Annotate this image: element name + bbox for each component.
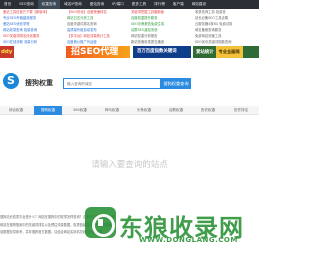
tab-sogou[interactable]: 搜狗权重	[34, 106, 62, 115]
tab-google[interactable]: 谷歌权重	[162, 106, 190, 115]
watermark-url: WWW.DONGLANG.COM	[139, 236, 238, 244]
search-field[interactable]	[63, 78, 161, 89]
ad-link-grid: 爱站工具包官方下载【新版本】 【SEO优化】百度快速排名 关键词挖掘工具箱新版 收录查…	[0, 9, 259, 47]
banner-ad-seo-agent[interactable]: 招SEO代理	[66, 46, 130, 58]
empty-state-hint: 请输入要查询的站点	[91, 160, 168, 170]
ad-link[interactable]: SEO在线诊断 流量分析	[0, 39, 64, 45]
nav-item[interactable]: SEO查询	[15, 0, 38, 9]
ad-link[interactable]: SEO优化关键词指数查询	[192, 39, 256, 45]
banner-text: 爱站统计	[196, 50, 214, 55]
nav-item-active[interactable]: 权重查询	[37, 0, 61, 9]
tab-bar: 综合权重 搜狗权重 360权重 神马权重 头条权重 谷歌权重 历史权重 历史排名	[0, 106, 259, 115]
nav-item[interactable]: 排行榜	[150, 0, 169, 9]
nav-item[interactable]: 网站建设	[188, 0, 210, 9]
nav-item[interactable]: 爱站查询	[86, 0, 108, 9]
nav-item[interactable]: IP/端口	[108, 0, 128, 9]
nav-item[interactable]: 首页	[0, 0, 15, 9]
banner-row: ddy 招SEO代理 百万百度指数关键词 爱站统计 专业全面网	[0, 46, 259, 58]
banner-ad-index[interactable]: 百万百度指数关键词	[133, 46, 191, 58]
watermark: 东狼收录网 WWW.DONGLANG.COM	[85, 205, 265, 250]
tab-toutiao[interactable]: 头条权重	[130, 106, 158, 115]
page-title: 搜狗权重	[25, 79, 53, 87]
ad-link[interactable]: 新站快速收录提交通道	[128, 39, 192, 45]
search-button[interactable]: 搜狗权重查询	[161, 78, 191, 89]
banner-text: ddy	[1, 49, 13, 55]
banner-text: 专业全面网	[215, 46, 243, 58]
tab-shenma[interactable]: 神马权重	[98, 106, 126, 115]
tab-history-rank[interactable]: 历史排名	[226, 106, 256, 115]
nav-item[interactable]: 客户端	[169, 0, 188, 9]
nav-item[interactable]: 更多工具	[128, 0, 150, 9]
sogou-logo-icon: S	[3, 73, 19, 89]
link-row: SEO在线诊断 流量分析 百度竞价推广代运营 新站快速收录提交通道 SEO优化关键词指…	[0, 39, 259, 45]
banner-ad-left[interactable]: ddy	[0, 46, 14, 58]
tab-360[interactable]: 360权重	[66, 106, 94, 115]
lock-icon	[85, 207, 116, 238]
tab-overall[interactable]: 综合权重	[2, 106, 30, 115]
nav-item[interactable]: 域名IP查询	[60, 0, 86, 9]
ad-link[interactable]: 百度竞价推广代运营	[64, 39, 128, 45]
tab-history-weight[interactable]: 历史权重	[194, 106, 222, 115]
banner-ad-stats[interactable]: 爱站统计 专业全面网	[193, 46, 259, 58]
banner-text: 招SEO代理	[71, 47, 119, 57]
top-nav: 首页 SEO查询 权重查询 域名IP查询 爱站查询 IP/端口 更多工具 排行榜…	[0, 0, 259, 9]
banner-text: 百万百度指数关键词	[137, 49, 177, 54]
search-input[interactable]	[64, 79, 160, 88]
